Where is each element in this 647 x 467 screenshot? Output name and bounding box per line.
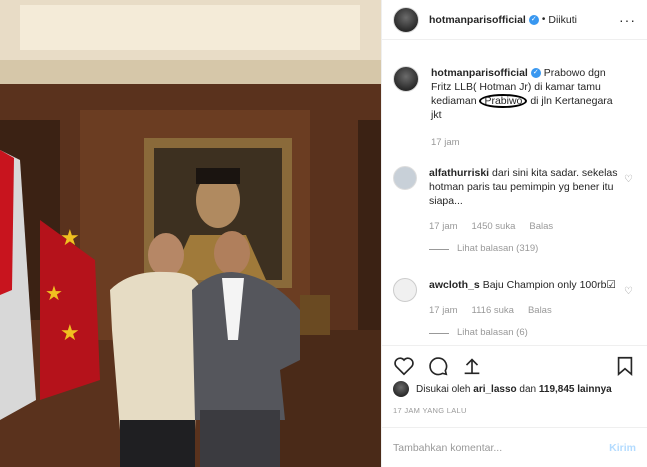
person-right-trousers [200, 410, 280, 467]
circled-word: Prabiwo [479, 94, 528, 108]
comment-icon[interactable] [427, 355, 449, 377]
reply-button[interactable]: Balas [529, 220, 553, 234]
verified-badge-icon: ✓ [530, 68, 541, 79]
comment-likes[interactable]: 1116 suka [472, 304, 514, 318]
likes-summary: Disukai oleh ari_lasso dan 119,845 lainn… [393, 381, 636, 397]
person-right-head [214, 231, 250, 275]
likes-prefix: Disukai oleh [416, 383, 471, 395]
comment-likes[interactable]: 1450 suka [472, 220, 516, 234]
comment-text: Baju Champion only 100rb☑ [482, 279, 616, 291]
red-flag-stripe [0, 150, 14, 295]
comment-meta: 17 jam 1450 suka Balas [429, 220, 618, 234]
ellipsis-icon[interactable]: ··· [619, 12, 636, 28]
person-left-shirt [110, 271, 201, 430]
action-bar [382, 345, 647, 385]
post-date[interactable]: 17 JAM YANG LALU [393, 406, 467, 415]
person-left-trousers [120, 420, 195, 467]
comment-time[interactable]: 17 jam [429, 220, 458, 234]
send-button[interactable]: Kirim [609, 442, 636, 454]
caption-time[interactable]: 17 jam [431, 136, 460, 150]
photo-scene: ★ ★ ★ [0, 0, 381, 467]
heart-icon[interactable]: ♡ [624, 286, 633, 297]
flag-star-2: ★ [45, 281, 63, 305]
comment-item: alfathurriski dari sini kita sadar. seke… [393, 166, 636, 256]
likes-conj: dan [519, 383, 537, 395]
portrait-cap [196, 168, 240, 184]
comment-avatar[interactable] [393, 166, 417, 190]
view-replies-link[interactable]: Lihat balasan (319) [429, 242, 618, 256]
bookmark-icon[interactable] [614, 355, 636, 377]
comment-item: awcloth_s Baju Champion only 100rb☑ 17 j… [393, 278, 636, 340]
share-icon[interactable] [461, 355, 483, 377]
separator-dot: • [541, 14, 546, 25]
heart-icon[interactable]: ♡ [624, 174, 633, 185]
caption-meta: 17 jam [431, 136, 618, 150]
post-photo[interactable]: ★ ★ ★ [0, 0, 381, 467]
comment-time[interactable]: 17 jam [429, 304, 458, 318]
person-left-head [148, 233, 184, 277]
follow-status-button[interactable]: Diikuti [548, 14, 577, 26]
avatar[interactable] [393, 6, 419, 33]
reply-button[interactable]: Balas [528, 304, 552, 318]
flag-star-1: ★ [60, 226, 80, 251]
comments-list: hotmanparisofficial ✓ Prabowo dgn Fritz L… [382, 40, 647, 345]
liker-username[interactable]: ari_lasso [473, 384, 516, 395]
comment-meta: 17 jam 1116 suka Balas [429, 304, 618, 318]
caption-body: hotmanparisofficial ✓ Prabowo dgn Fritz L… [431, 66, 636, 150]
comment-username[interactable]: awcloth_s [429, 279, 480, 291]
ceiling-light [20, 5, 360, 50]
likes-count[interactable]: 119,845 lainnya [539, 384, 612, 395]
verified-badge-icon: ✓ [528, 14, 539, 25]
like-heart-icon[interactable] [393, 355, 415, 377]
view-replies-link[interactable]: Lihat balasan (6) [429, 326, 618, 340]
caption-username[interactable]: hotmanparisofficial [431, 67, 528, 79]
post-side-panel: hotmanparisofficial ✓ • Diikuti ··· hotm… [381, 0, 647, 467]
comment-input[interactable] [393, 441, 610, 454]
trophy [300, 295, 330, 335]
ceiling-molding [0, 60, 381, 84]
flag-star-3: ★ [60, 321, 80, 346]
comment-form: Kirim [382, 427, 647, 467]
comment-username[interactable]: alfathurriski [429, 167, 489, 179]
comment-body: alfathurriski dari sini kita sadar. seke… [429, 166, 636, 256]
comment-body: awcloth_s Baju Champion only 100rb☑ 17 j… [429, 278, 636, 340]
caption-avatar[interactable] [393, 66, 419, 92]
bookshelf-right [358, 120, 381, 340]
comment-avatar[interactable] [393, 278, 417, 302]
post-header: hotmanparisofficial ✓ • Diikuti ··· [382, 0, 647, 40]
header-username[interactable]: hotmanparisofficial [429, 14, 526, 26]
liker-avatar[interactable] [393, 381, 409, 397]
caption: hotmanparisofficial ✓ Prabowo dgn Fritz L… [393, 66, 636, 150]
